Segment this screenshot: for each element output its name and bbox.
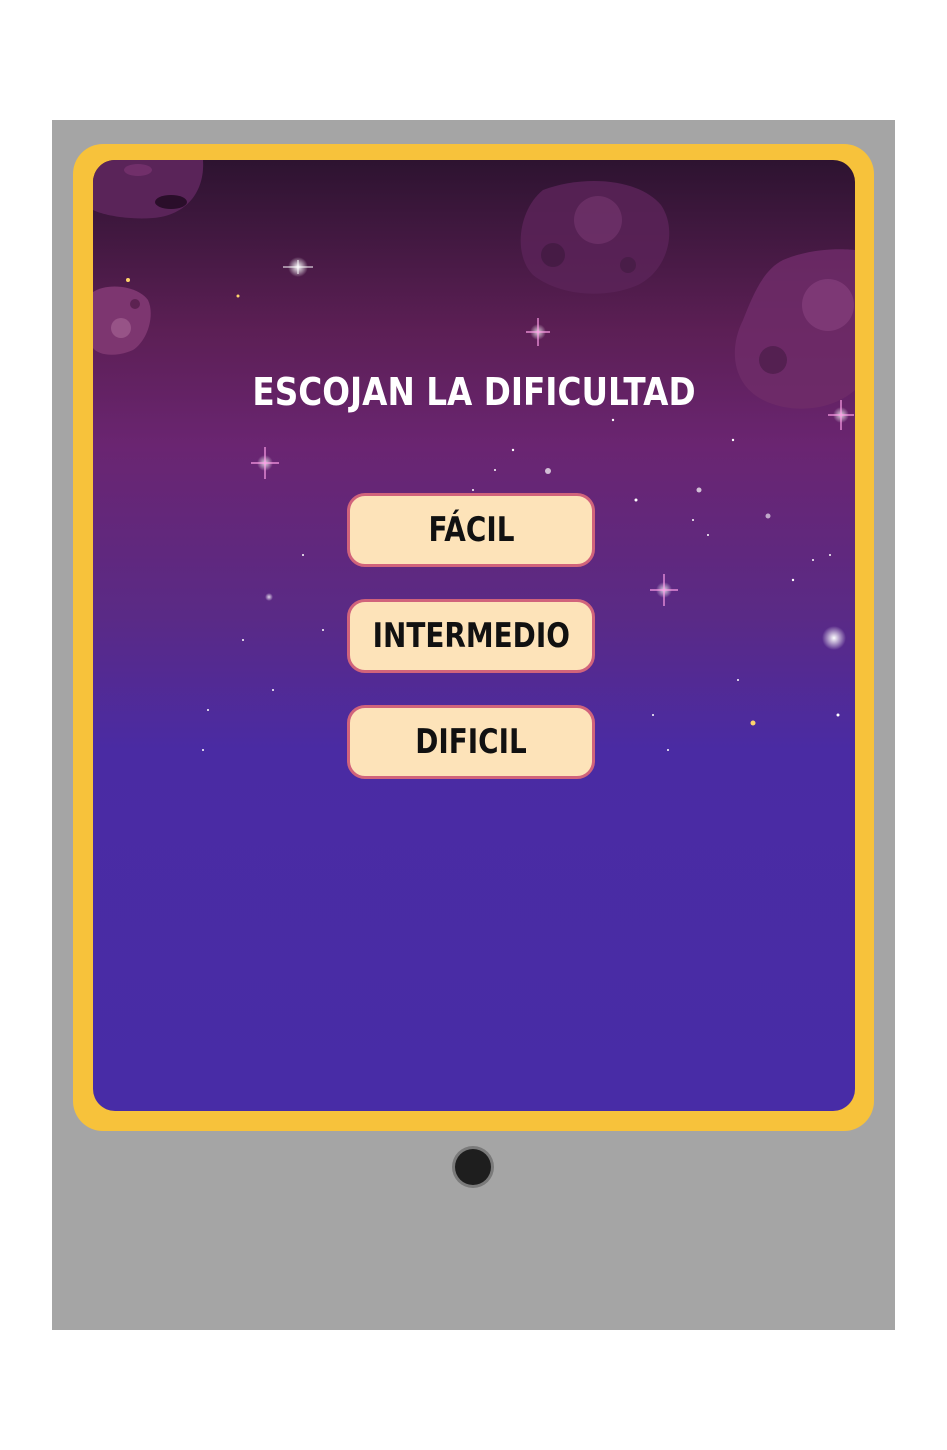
star-icon <box>251 447 279 479</box>
easy-difficulty-label: FÁCIL <box>427 510 515 550</box>
home-button-icon[interactable] <box>455 1149 491 1185</box>
intermediate-difficulty-label: INTERMEDIO <box>372 616 570 656</box>
hard-difficulty-button[interactable]: DIFICIL <box>347 705 595 779</box>
star-icon <box>828 400 854 430</box>
star-icon <box>283 257 313 277</box>
star-icon <box>822 626 846 650</box>
tablet-frame: ESCOJAN LA DIFICULTAD FÁCIL INTERMEDIO D… <box>52 120 895 1330</box>
asteroid-icon <box>93 160 204 219</box>
star-icon <box>265 593 273 601</box>
tablet-bezel: ESCOJAN LA DIFICULTAD FÁCIL INTERMEDIO D… <box>73 144 874 1131</box>
asteroid-icon <box>520 181 670 294</box>
intermediate-difficulty-button[interactable]: INTERMEDIO <box>347 599 595 673</box>
easy-difficulty-button[interactable]: FÁCIL <box>347 493 595 567</box>
hard-difficulty-label: DIFICIL <box>415 722 527 762</box>
asteroid-icon <box>93 286 151 355</box>
star-icon <box>526 318 550 346</box>
difficulty-title: ESCOJAN LA DIFICULTAD <box>252 370 696 414</box>
game-screen: ESCOJAN LA DIFICULTAD FÁCIL INTERMEDIO D… <box>93 160 855 1111</box>
star-icon <box>650 574 678 606</box>
